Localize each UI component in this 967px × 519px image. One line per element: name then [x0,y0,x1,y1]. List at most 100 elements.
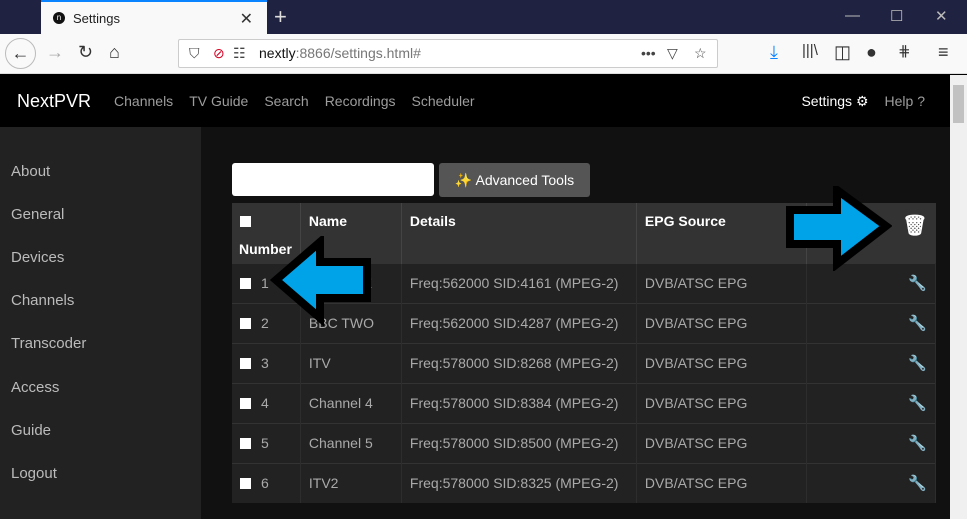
header-epg-source[interactable]: EPG Source [636,203,807,263]
browser-toolbar: ← → ↻ ⌂ ⛉ ⊘ ☷ nextly:8866/settings.html#… [0,34,967,74]
settings-label: Settings [801,93,853,109]
channel-epg-source: DVB/ATSC EPG [636,342,807,383]
scrollbar-thumb[interactable] [953,85,964,123]
new-tab-button[interactable]: + [274,4,287,30]
row-checkbox[interactable] [240,318,251,329]
nav-recordings[interactable]: Recordings [325,93,396,109]
gear-icon: ⚙ [855,93,869,109]
channel-epg-source: DVB/ATSC EPG [636,382,807,423]
minimize-button[interactable]: — [845,7,860,24]
row-checkbox[interactable] [240,478,251,490]
channel-details: Freq:578000 SID:8268 (MPEG-2) [401,342,637,383]
channel-details: Freq:578000 SID:8384 (MPEG-2) [401,382,637,423]
row-checkbox[interactable] [240,398,251,409]
channel-details: Freq:578000 SID:8325 (MPEG-2) [401,462,637,503]
channel-number: 6 [261,475,269,492]
table-row[interactable]: 6 ITV2 Freq:578000 SID:8325 (MPEG-2) DVB… [232,462,937,503]
tab-title: Settings [73,10,120,26]
forward-button[interactable]: → [46,42,64,63]
channel-epg-source: DVB/ATSC EPG [636,302,807,343]
download-icon[interactable]: ⤓ [770,42,778,63]
sidebar: About General Devices Channels Transcode… [0,127,201,519]
title-bar: n Settings ✕ + — ☐ ✕ [0,0,967,34]
pocket-icon[interactable]: ▽ [667,40,678,67]
extension-icon[interactable]: ⋕ [898,42,911,60]
nav-channels[interactable]: Channels [114,93,173,109]
close-tab-icon[interactable]: ✕ [240,9,253,29]
back-button[interactable]: ← [5,38,36,69]
sidebar-item-transcoder[interactable]: Transcoder [11,335,86,352]
wrench-icon[interactable]: 🔧 [806,342,937,383]
row-checkbox[interactable] [240,358,251,369]
channel-number: 1 [261,275,269,291]
top-navbar: NextPVR Channels TV Guide Search Recordi… [0,75,950,127]
sidebar-item-devices[interactable]: Devices [11,249,64,266]
search-input[interactable] [232,163,434,196]
channel-name: Channel 4 [300,382,402,423]
wrench-icon[interactable]: 🔧 [806,302,937,343]
row-checkbox[interactable] [240,438,251,449]
question-icon: ? [917,93,925,109]
sidebar-icon[interactable]: ◫ [834,42,851,63]
sidebar-item-about[interactable]: About [11,163,50,180]
select-all-checkbox[interactable] [240,216,251,227]
channel-number: 2 [261,315,269,331]
sidebar-item-general[interactable]: General [11,206,64,223]
sidebar-item-logout[interactable]: Logout [11,465,57,482]
sidebar-item-guide[interactable]: Guide [11,422,51,439]
table-row[interactable]: 4 Channel 4 Freq:578000 SID:8384 (MPEG-2… [232,382,937,423]
magic-wand-icon: ✨ [454,172,473,188]
library-icon[interactable]: |||\ [802,42,818,59]
nav-scheduler[interactable]: Scheduler [412,93,475,109]
channel-epg-source: DVB/ATSC EPG [636,422,807,463]
channel-epg-source: DVB/ATSC EPG [636,262,807,303]
nav-help[interactable]: Help ? [885,93,925,110]
insecure-lock-icon[interactable]: ⊘ [213,40,225,67]
home-button[interactable]: ⌂ [109,42,120,63]
channel-details: Freq:578000 SID:8500 (MPEG-2) [401,422,637,463]
account-icon[interactable]: ● [866,42,877,63]
sidebar-item-channels[interactable]: Channels [11,292,74,309]
close-window-button[interactable]: ✕ [935,7,948,25]
left-arrow-annotation [270,236,371,326]
permissions-icon[interactable]: ☷ [233,40,246,67]
table-row[interactable]: 3 ITV Freq:578000 SID:8268 (MPEG-2) DVB/… [232,342,937,383]
channel-number: 4 [261,395,269,411]
url-bar[interactable]: ⛉ ⊘ ☷ nextly:8866/settings.html# ••• ▽ ☆ [178,39,718,68]
reload-button[interactable]: ↻ [78,42,93,63]
tab-settings[interactable]: n Settings ✕ [41,0,267,34]
url-path: :8866/settings.html# [295,45,421,61]
header-details[interactable]: Details [401,203,637,263]
wrench-icon[interactable]: 🔧 [806,382,937,423]
brand[interactable]: NextPVR [17,91,91,112]
wrench-icon[interactable]: 🔧 [806,422,937,463]
url-host: nextly [259,45,296,61]
wrench-icon[interactable]: 🔧 [806,462,937,503]
nav-settings[interactable]: Settings ⚙ [801,93,868,110]
channel-details: Freq:562000 SID:4287 (MPEG-2) [401,302,637,343]
nav-search[interactable]: Search [264,93,308,109]
row-checkbox[interactable] [240,278,251,289]
advanced-tools-button[interactable]: ✨ Advanced Tools [439,163,590,197]
nextpvr-favicon: n [53,12,65,24]
page: NextPVR Channels TV Guide Search Recordi… [0,75,950,519]
shield-icon[interactable]: ⛉ [189,40,200,67]
channel-name: ITV [300,342,402,383]
nav-tv-guide[interactable]: TV Guide [189,93,248,109]
channel-name: ITV2 [300,462,402,503]
table-row[interactable]: 5 Channel 5 Freq:578000 SID:8500 (MPEG-2… [232,422,937,463]
channel-number: 3 [261,355,269,371]
channel-number: 5 [261,435,269,451]
maximize-button[interactable]: ☐ [890,7,903,25]
menu-icon[interactable]: ≡ [938,42,949,63]
channel-epg-source: DVB/ATSC EPG [636,462,807,503]
channel-name: Channel 5 [300,422,402,463]
sidebar-item-access[interactable]: Access [11,379,59,396]
page-scrollbar[interactable] [950,75,967,519]
bookmark-star-icon[interactable]: ☆ [694,40,707,67]
help-label: Help [884,93,914,109]
advanced-tools-label: Advanced Tools [475,172,575,188]
more-icon[interactable]: ••• [641,40,656,67]
channel-details: Freq:562000 SID:4161 (MPEG-2) [401,262,637,303]
right-arrow-annotation [786,186,892,271]
